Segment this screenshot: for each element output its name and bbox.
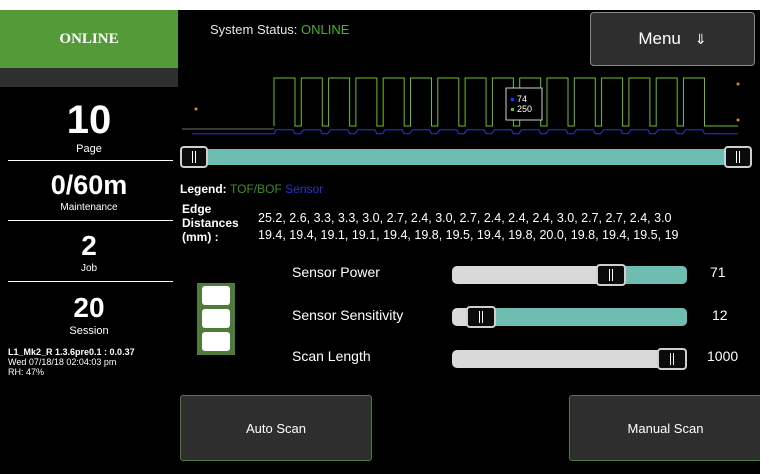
chart-legend: Legend: TOF/BOF Sensor — [180, 182, 323, 196]
online-status-badge: ONLINE — [0, 10, 178, 68]
chart-end-marker — [194, 107, 198, 111]
stack-cell-3[interactable] — [202, 332, 230, 351]
edge-values-row: 25.2, 2.6, 3.3, 3.3, 3.0, 2.7, 2.4, 3.0,… — [258, 211, 672, 225]
sensor-power-handle[interactable] — [595, 264, 626, 286]
system-status-value: ONLINE — [301, 22, 350, 37]
manual-scan-button[interactable]: Manual Scan — [569, 395, 760, 461]
sidebar-separator — [8, 220, 173, 221]
sensor-power-slider[interactable] — [452, 266, 687, 284]
tooltip-sensor-value: 74 — [517, 94, 527, 104]
job-counter: 2 Job — [0, 230, 178, 275]
scan-length-value: 1000 — [707, 348, 739, 364]
current-datetime: Wed 07/18/18 02:04:03 pm — [8, 357, 117, 367]
legend-tof-bof: TOF/BOF — [230, 182, 282, 196]
tooltip-tof-value: 250 — [517, 104, 532, 114]
auto-scan-button[interactable]: Auto Scan — [180, 395, 372, 461]
edge-label-line: Distances — [182, 216, 239, 230]
scan-length-label: Scan Length — [292, 348, 371, 364]
menu-button[interactable]: Menu ⇓ — [590, 12, 755, 66]
chart-end-marker — [736, 82, 740, 86]
sidebar-divider-strip — [0, 68, 178, 87]
scan-length-handle[interactable] — [657, 348, 687, 370]
grip-icon — [608, 269, 613, 281]
sensor-power-label: Sensor Power — [292, 264, 380, 280]
relative-humidity: RH: 47% — [8, 367, 45, 377]
sensor-sensitivity-handle[interactable] — [466, 306, 497, 328]
legend-sensor: Sensor — [285, 182, 324, 196]
sensor-sensitivity-label: Sensor Sensitivity — [292, 307, 404, 323]
grip-icon — [670, 353, 674, 365]
sensor-sensitivity-fill — [481, 308, 687, 326]
range-start-handle[interactable] — [180, 146, 208, 168]
tooltip-sensor-swatch — [511, 98, 514, 101]
sidebar-separator — [8, 160, 173, 161]
range-end-handle[interactable] — [724, 146, 752, 168]
edge-values-row: 19.4, 19.4, 19.1, 19.1, 19.4, 19.8, 19.5… — [258, 228, 679, 242]
edge-distances-values: 25.2, 2.6, 3.3, 3.3, 3.0, 2.7, 2.4, 3.0,… — [258, 210, 678, 244]
selection-stack — [197, 283, 235, 355]
scan-length-slider[interactable] — [452, 350, 687, 368]
sensor-power-value: 71 — [710, 264, 726, 280]
edge-label-line: (mm) : — [182, 230, 219, 244]
edge-distances-label: Edge Distances (mm) : — [182, 202, 239, 244]
sensor-series — [192, 129, 738, 135]
grip-icon — [479, 311, 484, 323]
page-counter: 10 Page — [0, 100, 178, 155]
legend-label: Legend: — [180, 182, 227, 196]
sidebar-separator — [8, 281, 173, 282]
maintenance-counter: 0/60m Maintenance — [0, 170, 178, 214]
chart-tooltip: 74 250 — [505, 87, 543, 121]
edge-label-line: Edge — [182, 202, 212, 216]
auto-scan-label: Auto Scan — [246, 420, 306, 436]
maintenance-counter-label: Maintenance — [60, 202, 118, 213]
system-status-label: System Status: — [210, 22, 298, 37]
stack-cell-1[interactable] — [202, 286, 230, 305]
sensor-line — [192, 129, 738, 135]
session-counter-label: Session — [69, 325, 109, 337]
grip-icon — [192, 151, 196, 163]
session-counter: 20 Session — [0, 292, 178, 338]
system-status: System Status: ONLINE — [210, 22, 349, 37]
page-counter-value: 10 — [66, 98, 112, 142]
software-version: L1_Mk2_R 1.3.6pre0.1 : 0.0.37 — [8, 347, 135, 357]
chart-end-marker — [736, 118, 740, 122]
maintenance-counter-value: 0/60m — [50, 170, 128, 200]
chart-range-selector[interactable] — [183, 149, 738, 165]
manual-scan-label: Manual Scan — [627, 420, 704, 436]
sensor-sensitivity-value: 12 — [712, 307, 728, 323]
tooltip-tof-swatch — [511, 108, 514, 111]
job-counter-label: Job — [80, 263, 98, 274]
system-info: L1_Mk2_R 1.3.6pre0.1 : 0.0.37 Wed 07/18/… — [8, 347, 135, 377]
grip-icon — [736, 151, 740, 163]
tof-bof-series — [194, 77, 740, 127]
app-screen: ONLINE 10 Page 0/60m Maintenance 2 Job 2… — [0, 10, 760, 474]
stack-cell-2[interactable] — [202, 309, 230, 328]
scan-signal-chart: 74 250 — [182, 77, 740, 135]
sidebar: ONLINE 10 Page 0/60m Maintenance 2 Job 2… — [0, 10, 178, 474]
online-status-text: ONLINE — [59, 30, 119, 47]
page-counter-label: Page — [76, 143, 102, 155]
session-counter-value: 20 — [73, 292, 105, 323]
menu-button-label: Menu — [638, 29, 681, 48]
job-counter-value: 2 — [81, 230, 97, 261]
arrow-down-icon: ⇓ — [694, 30, 707, 47]
